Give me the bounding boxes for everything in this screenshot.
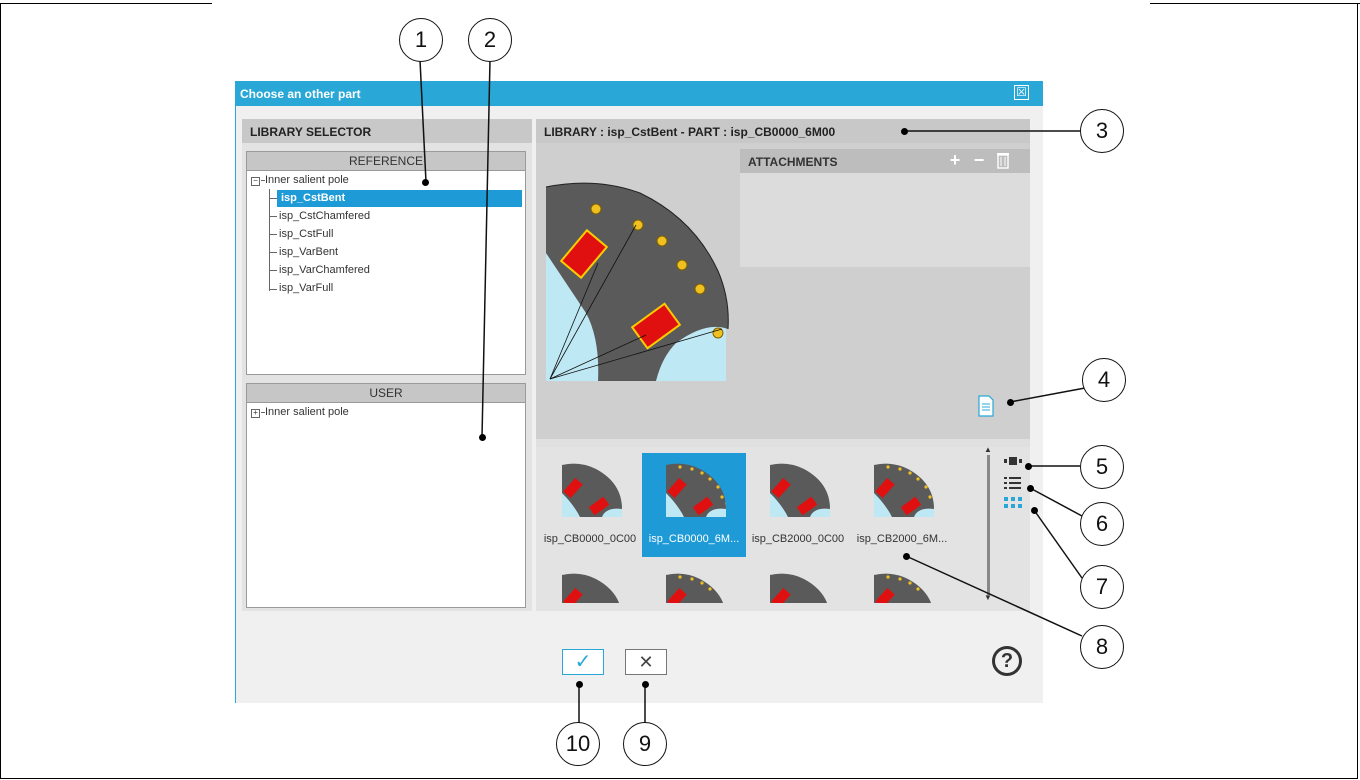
callout-dot bbox=[422, 179, 429, 186]
callout-6: 6 bbox=[1080, 502, 1124, 546]
callout-dot bbox=[901, 128, 908, 135]
callout-2: 2 bbox=[468, 18, 512, 62]
callout-4: 4 bbox=[1082, 358, 1126, 402]
callout-1: 1 bbox=[399, 18, 443, 62]
callout-8: 8 bbox=[1080, 625, 1124, 669]
callout-3: 3 bbox=[1080, 109, 1124, 153]
callout-dot bbox=[1025, 463, 1032, 470]
callout-5: 5 bbox=[1080, 445, 1124, 489]
callout-dot bbox=[1027, 485, 1034, 492]
callout-dot bbox=[576, 681, 583, 688]
callout-dot bbox=[903, 553, 910, 560]
callout-7: 7 bbox=[1080, 565, 1124, 609]
callout-dot bbox=[479, 434, 486, 441]
callout-dot bbox=[642, 681, 649, 688]
callout-leaders bbox=[419, 59, 1086, 724]
callout-9: 9 bbox=[623, 722, 667, 766]
callout-dot bbox=[1007, 399, 1014, 406]
callout-10: 10 bbox=[556, 722, 600, 766]
callout-dot bbox=[1031, 507, 1038, 514]
